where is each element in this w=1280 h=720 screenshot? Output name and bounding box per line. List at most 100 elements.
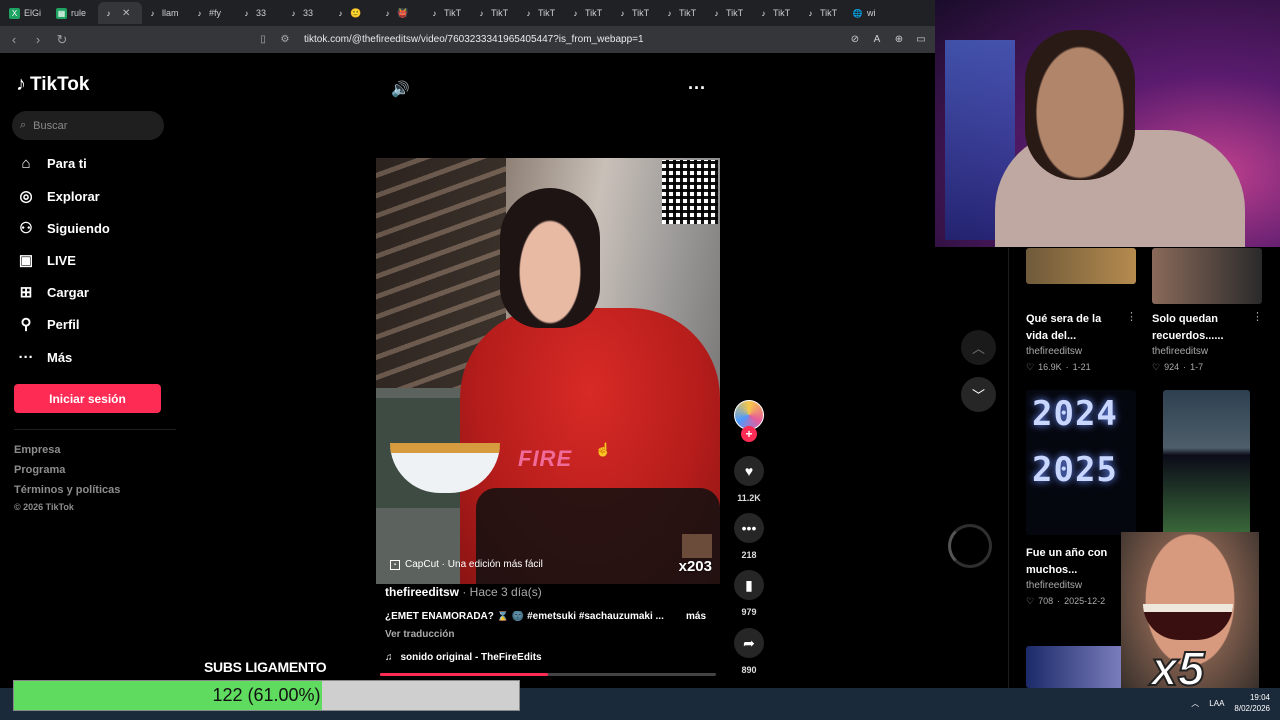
reload-icon[interactable]: ↻ [52,30,72,50]
browser-tab[interactable]: ♪ TikT [612,2,659,24]
scroll-up-chevron-icon[interactable]: ︿ [961,330,996,365]
video-card-title[interactable]: Solo quedan recuerdos...... [1152,311,1252,345]
nav-following[interactable]: ⚇ Siguiendo [16,218,110,238]
tray-chevron-icon[interactable]: ︿ [1191,698,1199,709]
browser-tab[interactable]: ♪ 👹 [377,2,424,24]
nav-more[interactable]: ··· Más [16,347,73,367]
footer-link-program[interactable]: Programa [14,464,65,476]
tiktok-logo[interactable]: ♪ TikTok [16,73,89,96]
tab-label: TikT [538,8,556,18]
more-options-icon[interactable]: ··· [688,78,706,99]
copyright: © 2026 TikTok [14,502,74,512]
video-card-user[interactable]: thefireeditsw [1026,580,1082,591]
video-author[interactable]: thefireeditsw · Hace 3 día(s) [385,585,542,599]
music-note-icon: ♫ [385,652,393,663]
tab-label: rule [71,8,87,18]
video-card-user[interactable]: thefireeditsw [1152,346,1208,357]
system-clock[interactable]: 19:04 8/02/2026 [1234,692,1270,714]
browser-tab[interactable]: ♪ TikT [518,2,565,24]
tab-close-icon[interactable]: ✕ [122,8,130,19]
video-card-title[interactable]: Fue un año con muchos... [1026,545,1126,579]
browser-tab[interactable]: ♪ TikT [471,2,518,24]
browser-tab[interactable]: ♪ TikT [706,2,753,24]
browser-tab[interactable]: ♪ TikT [659,2,706,24]
share-count: 890 [741,665,757,675]
nav-explore[interactable]: ◎ Explorar [16,186,100,206]
url-text[interactable]: tiktok.com/@thefireeditsw/video/76032333… [304,34,844,45]
more-button[interactable]: más [686,611,706,622]
tab-favicon-icon: X [9,7,20,19]
browser-tab[interactable]: ♪ TikT [753,2,800,24]
browser-tab[interactable]: ♪ ✕ [98,2,142,24]
tab-favicon-icon: ♪ [667,8,672,18]
video-card-user[interactable]: thefireeditsw [1026,346,1082,357]
like-heart-icon[interactable]: ♥ [734,456,764,486]
login-button[interactable]: Iniciar sesión [14,384,161,413]
follow-plus-icon[interactable]: + [741,426,757,442]
tab-label: TikT [585,8,603,18]
browser-tab[interactable]: ♪ 🙂 [330,2,377,24]
cast-icon[interactable]: ▭ [910,34,932,45]
video-card-thumbnail[interactable] [1026,248,1136,284]
video-card-thumbnail[interactable] [1163,390,1250,535]
tab-label: wi [867,8,876,18]
address-bar[interactable]: ▯ ⚙ tiktok.com/@thefireeditsw/video/7603… [252,30,932,49]
bookmark-icon[interactable]: ▯ [252,34,274,45]
compass-icon: ◎ [19,188,33,205]
keyboard-language[interactable]: LAA [1209,699,1224,708]
sound-name: sonido original - TheFireEdits [400,652,542,663]
share-arrow-icon[interactable]: ➦ [734,628,764,658]
comment-icon[interactable]: ••• [734,513,764,543]
browser-tab[interactable]: ▦ rule [51,2,98,24]
subs-goal-label: SUBS LIGAMENTO [204,659,327,675]
card-more-icon[interactable]: ⋮ [1126,310,1137,323]
footer-link-company[interactable]: Empresa [14,444,60,456]
video-card-title[interactable]: Qué sera de la vida del... [1026,311,1126,345]
video-player[interactable]: FIRE ▪ CapCut · Una edición más fácil x2… [376,158,720,584]
video-card-thumbnail[interactable] [1152,248,1262,304]
video-card-thumbnail[interactable]: 2024 2025 [1026,390,1136,535]
webcam-face [1025,30,1135,180]
card-views: 924 [1164,362,1180,372]
video-card-thumbnail[interactable] [1026,646,1136,688]
browser-tab[interactable]: ♪ TikT [800,2,847,24]
more-dots-icon: ··· [18,348,34,366]
nav-live[interactable]: ▣ LIVE [16,250,76,270]
browser-tab-strip: X ElGi ▦ rule ♪ ✕ ♪ llam ♪ #fy ♪ 33 ♪ 33 ♪ 🙂 ♪ 👹 ♪ TikT ♪ Tik… [0,0,935,26]
browser-tab[interactable]: ♪ #fy [189,2,236,24]
translate-icon[interactable]: A [866,34,888,45]
browser-tab[interactable]: ♪ 33 [236,2,283,24]
zoom-icon[interactable]: ⊕ [888,34,910,45]
subs-goal-text: 122 (61.00%) [212,685,321,705]
tab-label: 🙂 [350,7,362,18]
card-more-icon[interactable]: ⋮ [1252,310,1263,323]
scroll-down-chevron-icon[interactable]: ﹀ [961,377,996,412]
upload-plus-icon: ⊞ [19,284,33,301]
nav-label: Explorar [47,188,100,204]
tab-label: 33 [256,8,267,18]
browser-tab[interactable]: ♪ llam [142,2,189,24]
browser-tab[interactable]: ♪ TikT [424,2,471,24]
nav-upload[interactable]: ⊞ Cargar [16,282,89,302]
nav-label: LIVE [47,252,76,268]
translate-link[interactable]: Ver traducción [385,629,454,640]
author-name[interactable]: thefireeditsw [385,585,459,599]
forward-icon[interactable]: › [28,30,48,50]
tracking-icon[interactable]: ⊘ [844,34,866,45]
bookmark-icon[interactable]: ▮ [734,570,764,600]
nav-profile[interactable]: ⚲ Perfil [16,314,80,334]
volume-icon[interactable]: 🔊 [391,80,410,98]
browser-tab[interactable]: ♪ TikT [565,2,612,24]
video-progress-bar[interactable] [380,673,716,676]
footer-link-terms[interactable]: Términos y políticas [14,484,120,496]
site-info-icon[interactable]: ⚙ [274,34,296,45]
browser-tab[interactable]: ♪ 33 [283,2,330,24]
nav-for-you[interactable]: ⌂ Para ti [16,153,86,173]
browser-tab[interactable]: 🌐 wi [847,2,894,24]
search-input[interactable]: ⌕ Buscar [12,111,164,140]
sound-link[interactable]: ♫ sonido original - TheFireEdits [385,652,542,663]
back-icon[interactable]: ‹ [4,30,24,50]
browser-tab[interactable]: X ElGi [4,2,51,24]
tab-favicon-icon: ♪ [197,8,202,18]
screen: X ElGi ▦ rule ♪ ✕ ♪ llam ♪ #fy ♪ 33 ♪ 33 ♪ 🙂 ♪ 👹 ♪ TikT ♪ Tik… [0,0,1280,720]
